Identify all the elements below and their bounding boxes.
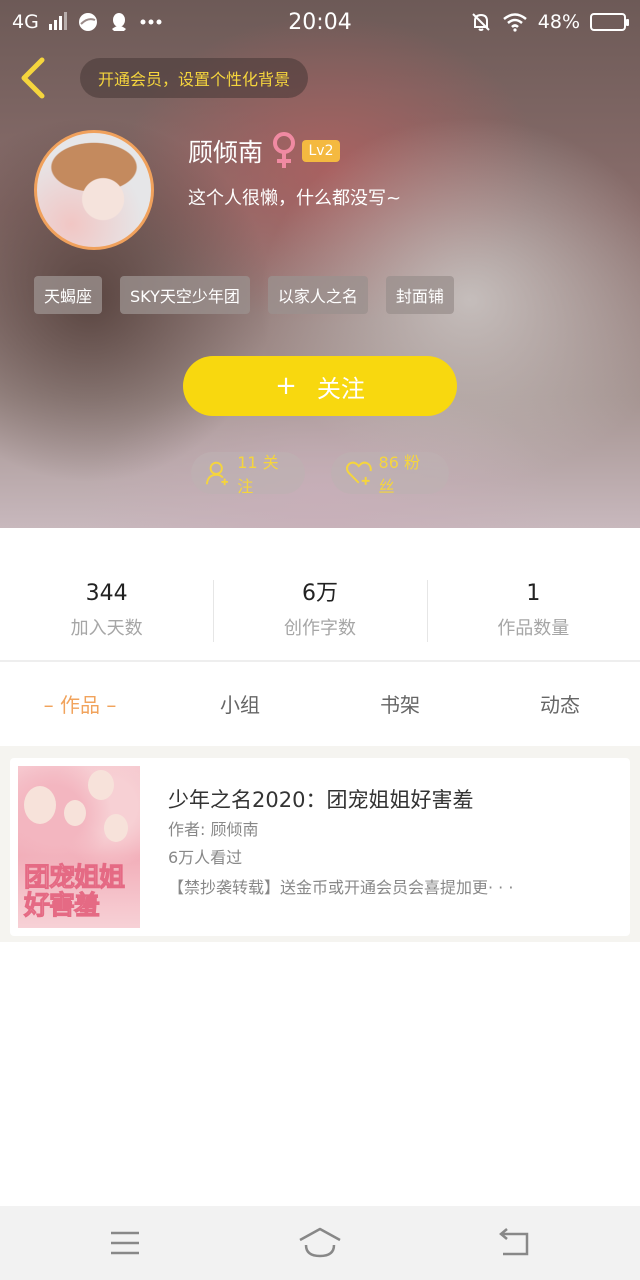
stat-join-days: 344 加入天数 xyxy=(0,578,213,644)
cover-face xyxy=(104,814,128,842)
book-views: 6万人看过 xyxy=(168,848,243,867)
female-icon xyxy=(273,132,295,168)
plus-icon: + xyxy=(275,371,297,401)
network-type: 4G xyxy=(12,11,39,33)
tag-item[interactable]: 封面铺 xyxy=(385,276,454,314)
add-user-icon xyxy=(205,461,228,486)
book-author: 作者: 顾倾南 xyxy=(168,820,259,839)
book-card[interactable]: 团宠姐姐好害羞 少年之名2020：团宠姐姐好害羞 作者: 顾倾南 6万人看过 【… xyxy=(10,758,630,936)
stat-value: 344 xyxy=(85,581,128,606)
browser-icon xyxy=(78,13,97,31)
avatar[interactable] xyxy=(34,130,154,250)
heart-plus-icon xyxy=(345,461,372,485)
signal-icon xyxy=(48,12,67,30)
username: 顾倾南 xyxy=(188,138,264,167)
battery-percent: 48% xyxy=(537,11,580,33)
system-nav-bar xyxy=(0,1206,640,1280)
status-bar: 4G 20:04 48% xyxy=(0,0,640,44)
fans-count-button[interactable]: 86 粉丝 xyxy=(331,452,449,496)
tag-item[interactable]: 以家人之名 xyxy=(267,276,368,314)
cover-face xyxy=(24,786,56,824)
tag-item[interactable]: 天蝎座 xyxy=(34,276,103,314)
battery-icon xyxy=(590,13,629,31)
cover-face xyxy=(64,800,86,826)
bio: 这个人很懒，什么都没写~ xyxy=(188,188,402,209)
menu-icon[interactable] xyxy=(103,1226,147,1260)
stat-label: 创作字数 xyxy=(283,618,356,639)
stat-word-count: 6万 创作字数 xyxy=(213,578,426,644)
back-icon[interactable] xyxy=(493,1226,537,1260)
wifi-icon xyxy=(502,13,527,32)
divider xyxy=(0,660,640,662)
fans-count: 86 粉丝 xyxy=(378,453,420,496)
qq-icon xyxy=(111,13,126,31)
following-count: 11 关注 xyxy=(237,453,279,496)
more-icon xyxy=(140,19,162,25)
tab-bookshelf[interactable]: 书架 xyxy=(320,684,480,726)
back-arrow-icon[interactable] xyxy=(16,56,52,100)
tab-activity[interactable]: 动态 xyxy=(480,684,640,726)
tab-bar: – 作品 – 小组 书架 动态 xyxy=(0,684,640,726)
stat-label: 作品数量 xyxy=(497,618,570,639)
follow-label: 关注 xyxy=(316,374,365,403)
stat-value: 1 xyxy=(526,581,541,606)
stat-value: 6万 xyxy=(301,581,338,606)
following-count-button[interactable]: 11 关注 xyxy=(191,452,305,496)
stat-works-count: 1 作品数量 xyxy=(426,578,640,644)
mute-alarm-icon xyxy=(472,13,490,31)
cover-title: 团宠姐姐好害羞 xyxy=(24,863,126,921)
profile-header: 4G 20:04 48% 开通会员，设置个性化背景 顾倾南 Lv2 这个人很懒，… xyxy=(0,0,640,528)
status-left: 4G xyxy=(12,11,163,33)
home-icon[interactable] xyxy=(298,1226,342,1260)
tab-groups[interactable]: 小组 xyxy=(160,684,320,726)
tab-works[interactable]: – 作品 – xyxy=(0,684,160,726)
stat-label: 加入天数 xyxy=(70,618,143,639)
book-description: 【禁抄袭转载】送金币或开通会员会喜提加更· · · xyxy=(168,878,514,897)
cover-face xyxy=(88,770,114,800)
tag-item[interactable]: SKY天空少年团 xyxy=(120,276,250,314)
follow-button[interactable]: + 关注 xyxy=(183,356,457,416)
book-title[interactable]: 少年之名2020：团宠姐姐好害羞 xyxy=(168,784,473,814)
stats-row: 344 加入天数 6万 创作字数 1 作品数量 xyxy=(0,578,640,644)
vip-background-banner[interactable]: 开通会员，设置个性化背景 xyxy=(80,58,308,98)
tag-list: 天蝎座 SKY天空少年团 以家人之名 封面铺 xyxy=(34,276,454,314)
clock: 20:04 xyxy=(288,9,352,35)
book-cover[interactable]: 团宠姐姐好害羞 xyxy=(18,766,140,928)
level-badge: Lv2 xyxy=(302,140,340,162)
status-right: 48% xyxy=(470,11,629,33)
